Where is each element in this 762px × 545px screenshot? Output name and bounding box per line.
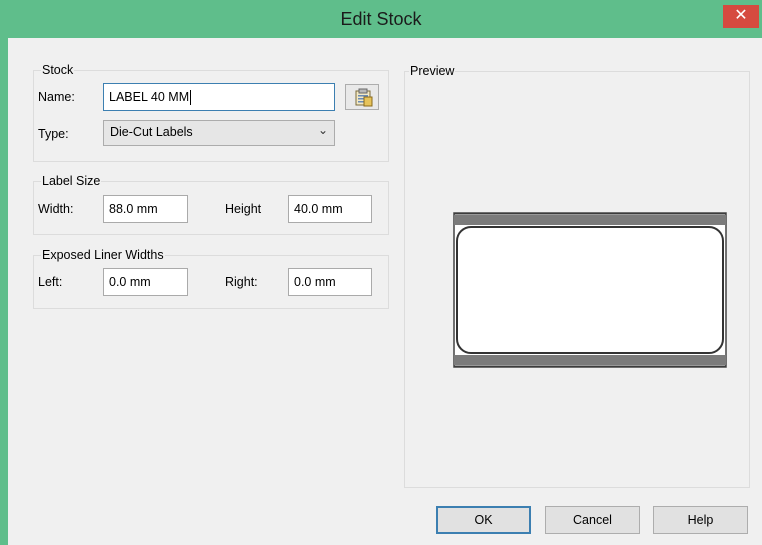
- help-button[interactable]: Help: [653, 506, 748, 534]
- width-label: Width:: [38, 202, 74, 216]
- stock-preview-graphic: [453, 212, 727, 368]
- ok-button[interactable]: OK: [436, 506, 531, 534]
- dialog-title: Edit Stock: [340, 9, 422, 29]
- right-liner-label: Right:: [225, 275, 258, 289]
- right-liner-input-value: 0.0 mm: [294, 275, 336, 289]
- left-liner-input[interactable]: 0.0 mm: [103, 268, 188, 296]
- close-button[interactable]: ✕: [723, 5, 759, 28]
- name-input-value: LABEL 40 MM: [109, 90, 190, 104]
- height-input-value: 40.0 mm: [294, 202, 343, 216]
- name-input[interactable]: LABEL 40 MM: [103, 83, 335, 111]
- title-bar: Edit Stock ✕: [0, 0, 762, 38]
- stock-library-button[interactable]: [345, 84, 379, 110]
- dialog-body: Stock Name: LABEL 40 MM Type: Die-Cut La…: [8, 38, 762, 545]
- liner-widths-group-label: Exposed Liner Widths: [41, 247, 165, 263]
- edit-stock-dialog: Edit Stock ✕ Stock Name: LABEL 40 MM Typ…: [0, 0, 762, 545]
- name-label: Name:: [38, 90, 75, 104]
- close-icon: ✕: [734, 7, 748, 24]
- height-label: Height: [225, 202, 262, 216]
- width-input-value: 88.0 mm: [109, 202, 158, 216]
- height-input[interactable]: 40.0 mm: [288, 195, 372, 223]
- right-liner-input[interactable]: 0.0 mm: [288, 268, 372, 296]
- cancel-button[interactable]: Cancel: [545, 506, 640, 534]
- type-label: Type:: [38, 127, 69, 141]
- clipboard-folder-icon: [355, 88, 373, 107]
- width-input[interactable]: 88.0 mm: [103, 195, 188, 223]
- type-select[interactable]: Die-Cut Labels ⌄: [103, 120, 335, 146]
- left-liner-label: Left:: [38, 275, 63, 289]
- chevron-down-icon: ⌄: [317, 123, 328, 137]
- left-liner-input-value: 0.0 mm: [109, 275, 151, 289]
- type-select-value: Die-Cut Labels: [110, 125, 193, 139]
- label-size-group-label: Label Size: [41, 173, 102, 189]
- preview-label: Preview: [409, 63, 456, 79]
- text-caret: [190, 90, 192, 106]
- stock-group-label: Stock: [41, 62, 75, 78]
